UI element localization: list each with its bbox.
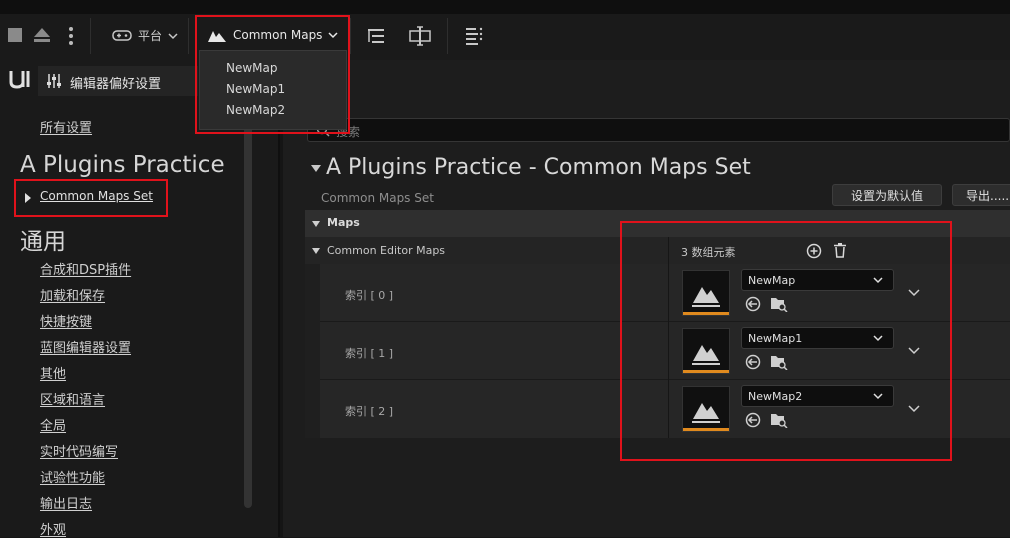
property-label: Common Editor Maps [327,244,446,257]
sidebar-item-all-settings[interactable]: 所有设置 [40,117,92,136]
page-title: A Plugins Practice - Common Maps Set [326,155,751,180]
indent-gutter [305,264,320,438]
caret-down-icon[interactable] [312,248,320,254]
platform-label: 平台 [138,29,163,43]
collapse-section-icon[interactable] [311,165,321,173]
toolbar-separator [447,18,448,54]
sidebar-item-global[interactable]: 全局 [40,415,66,434]
sliders-icon [47,74,61,88]
search-input[interactable]: 搜索 [307,118,1010,142]
platform-button[interactable]: 平台 [112,27,178,44]
sidebar-item-misc[interactable]: 其他 [40,363,66,382]
sidebar-item-keyboard-shortcuts[interactable]: 快捷按键 [40,311,92,330]
toolbar-separator [188,18,189,54]
category-label: Maps [327,216,360,229]
eject-icon[interactable] [33,27,51,43]
unreal-logo-icon [8,68,32,90]
element-index-label: 索引 [ 1 ] [345,347,394,360]
section-title-general: 通用 [20,229,66,255]
details-panel-icon[interactable] [409,26,431,46]
more-options-icon[interactable] [68,26,74,46]
sidebar-scrollbar[interactable] [244,96,252,508]
sidebar-item-region-language[interactable]: 区域和语言 [40,389,105,408]
stop-button[interactable] [8,28,22,42]
annotation-box [14,179,168,217]
annotation-box [620,221,952,461]
sidebar-item-loading-saving[interactable]: 加载和保存 [40,285,105,304]
sidebar-item-dsp-plugins[interactable]: 合成和DSP插件 [40,259,131,278]
sidebar-item-output-log[interactable]: 输出日志 [40,493,92,512]
set-as-default-button[interactable]: 设置为默认值 [832,184,942,206]
sidebar-divider [278,96,280,537]
annotation-box [195,15,350,134]
list-view-icon[interactable] [465,26,483,46]
sidebar-item-live-coding[interactable]: 实时代码编写 [40,441,118,460]
settings-tab-title: 编辑器偏好设置 [70,77,162,92]
export-button[interactable]: 导出...... [952,184,1010,206]
title-strip [0,0,1010,14]
gamepad-icon [112,29,132,41]
sidebar-item-appearance[interactable]: 外观 [40,519,66,538]
sidebar-item-blueprint-editor[interactable]: 蓝图编辑器设置 [40,337,131,356]
settings-tab[interactable]: 编辑器偏好设置 [38,66,198,96]
outliner-icon[interactable] [367,27,385,45]
element-index-label: 索引 [ 2 ] [345,405,394,418]
page-subtitle: Common Maps Set [321,191,434,205]
chevron-down-icon [168,32,178,39]
sidebar-item-experimental[interactable]: 试验性功能 [40,467,105,486]
section-title-plugins-practice: A Plugins Practice [20,152,225,178]
caret-down-icon [312,221,320,227]
toolbar-separator [350,18,351,54]
element-index-label: 索引 [ 0 ] [345,289,394,302]
toolbar-separator [90,18,91,54]
